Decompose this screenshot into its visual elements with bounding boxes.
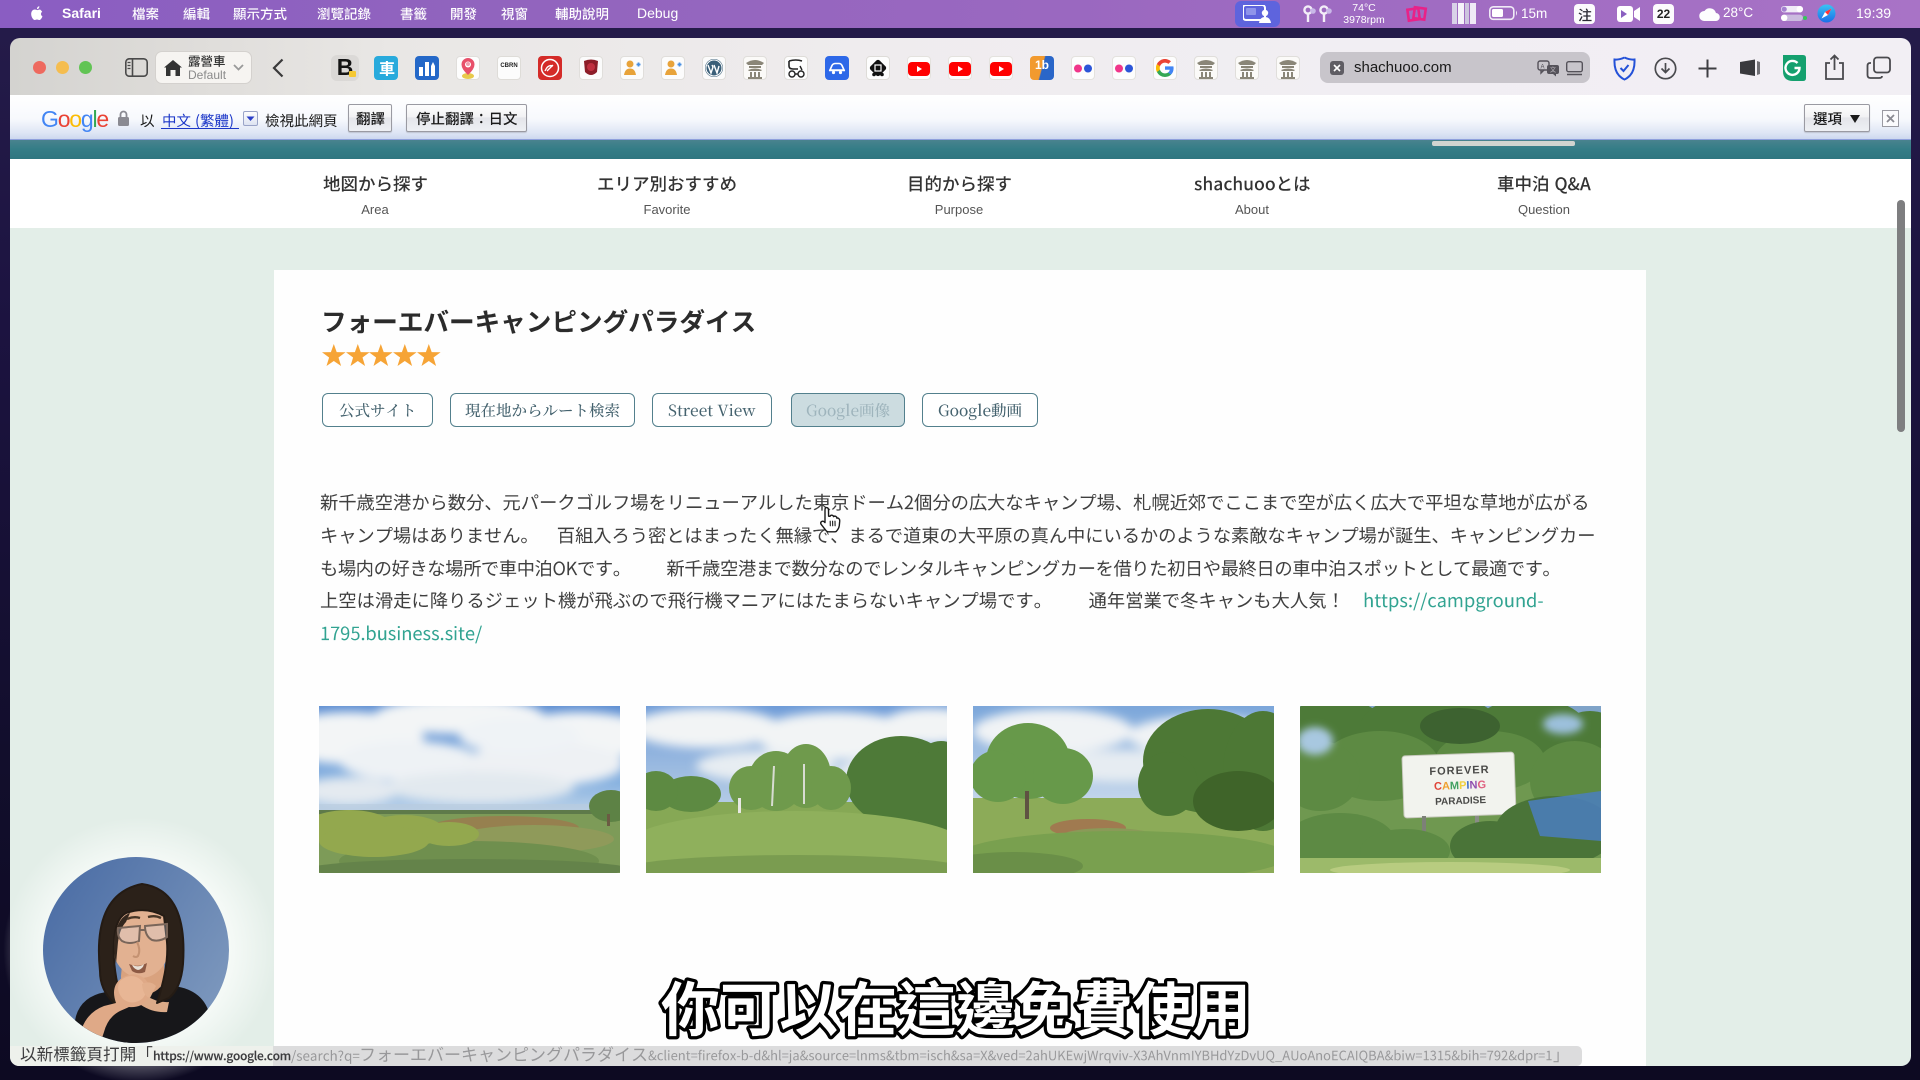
svg-text:PARADISE: PARADISE <box>1435 795 1487 808</box>
svg-text:FOREVER: FOREVER <box>1429 764 1490 778</box>
svg-text:A: A <box>1540 65 1544 71</box>
svg-text:CAMPING: CAMPING <box>1434 779 1486 793</box>
svg-text:文: 文 <box>1550 66 1556 74</box>
